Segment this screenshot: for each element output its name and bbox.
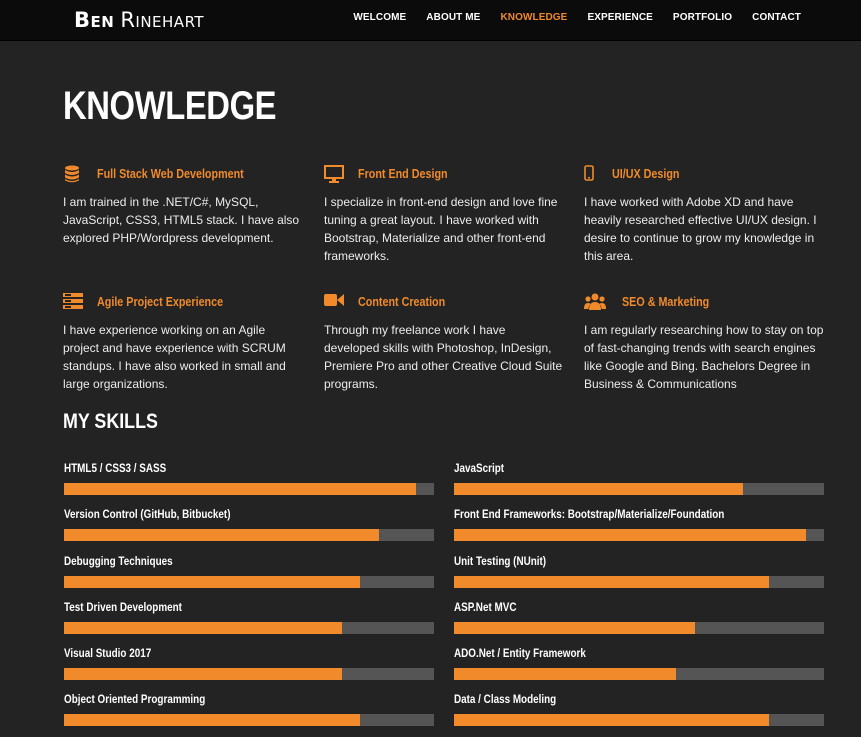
feature-agile: Agile Project Experience I have experien… [63,293,303,393]
skill-item: JavaScript [454,462,824,495]
skill-progress-bar [64,529,434,541]
server-icon [63,293,83,311]
monitor-icon [324,165,344,183]
skill-item: Data / Class Modeling [454,693,824,726]
feature-text: I have worked with Adobe XD and have hea… [584,195,817,263]
skills-title: MY SKILLS [63,410,158,433]
skill-progress-bar [454,714,824,726]
skill-item: Version Control (GitHub, Bitbucket) [64,508,434,541]
feature-title: Full Stack Web Development [97,167,244,181]
skill-label: ADO.Net / Entity Framework [454,648,586,660]
skill-label: Debugging Techniques [64,556,173,568]
nav-knowledge[interactable]: Knowledge [500,12,567,23]
skill-progress-fill [64,483,416,495]
feature-content-creation: Content Creation Through my freelance wo… [324,293,564,393]
feature-full-stack: Full Stack Web Development I am trained … [63,165,303,247]
video-camera-icon [324,293,344,311]
skill-label: Test Driven Development [64,602,182,614]
skill-label: Object Oriented Programming [64,694,206,706]
skill-item: Debugging Techniques [64,555,434,588]
skill-item: ASP.Net MVC [454,601,824,634]
skill-progress-bar [64,483,434,495]
brand-logo[interactable]: Ben Rinehart [74,8,204,32]
skill-progress-fill [454,529,806,541]
skill-item: Object Oriented Programming [64,693,434,726]
skill-progress-bar [454,529,824,541]
navbar: Ben Rinehart Welcome About Me Knowledge E… [0,0,861,41]
nav-experience[interactable]: Experience [587,12,652,23]
skill-label: Visual Studio 2017 [64,648,152,660]
skill-label: Version Control (GitHub, Bitbucket) [64,509,231,521]
mobile-icon [584,165,596,183]
skill-label: ASP.Net MVC [454,602,517,614]
skill-progress-bar [454,668,824,680]
skill-progress-fill [64,529,379,541]
feature-seo-marketing: SEO & Marketing I am regularly researchi… [584,293,824,393]
feature-text: Through my freelance work I have develop… [324,323,563,391]
skill-label: JavaScript [454,463,505,475]
skill-progress-fill [64,576,360,588]
skill-progress-fill [454,714,769,726]
skill-label: Data / Class Modeling [454,694,557,706]
skill-item: Front End Frameworks: Bootstrap/Material… [454,508,824,541]
feature-ui-ux: UI/UX Design I have worked with Adobe XD… [584,165,824,265]
page-title: KNOWLEDGE [63,84,277,128]
nav-portfolio[interactable]: Portfolio [673,12,732,23]
skill-progress-fill [64,622,342,634]
skill-item: HTML5 / CSS3 / SASS [64,462,434,495]
skill-item: Test Driven Development [64,601,434,634]
skill-progress-fill [454,576,769,588]
brand-last-name: Rinehart [120,8,205,32]
skill-progress-fill [64,714,360,726]
skill-progress-bar [64,668,434,680]
skill-label: HTML5 / CSS3 / SASS [64,463,167,475]
feature-text: I am regularly researching how to stay o… [584,323,824,391]
skill-progress-bar [64,576,434,588]
skill-progress-bar [64,714,434,726]
nav-about-me[interactable]: About Me [426,12,480,23]
main-nav: Welcome About Me Knowledge Experience Po… [353,12,801,23]
feature-title: Content Creation [358,295,446,309]
skill-progress-bar [454,576,824,588]
feature-text: I am trained in the .NET/C#, MySQL, Java… [63,195,300,245]
skill-label: Unit Testing (NUnit) [454,556,547,568]
users-icon [584,293,606,311]
nav-contact[interactable]: Contact [752,12,801,23]
database-icon [63,165,83,183]
skill-progress-bar [64,622,434,634]
skill-item: ADO.Net / Entity Framework [454,647,824,680]
feature-front-end: Front End Design I specialize in front-e… [324,165,564,265]
skill-progress-fill [454,483,743,495]
feature-text: I have experience working on an Agile pr… [63,323,286,391]
feature-title: Agile Project Experience [97,295,224,309]
skill-progress-fill [64,668,342,680]
feature-title: SEO & Marketing [622,295,710,309]
nav-welcome[interactable]: Welcome [353,12,406,23]
skill-progress-bar [454,622,824,634]
skill-label: Front End Frameworks: Bootstrap/Material… [454,509,725,521]
skill-progress-fill [454,622,695,634]
skill-item: Visual Studio 2017 [64,647,434,680]
skill-progress-fill [454,668,676,680]
skill-progress-bar [454,483,824,495]
brand-first-name: Ben [74,8,115,32]
feature-title: Front End Design [358,167,448,181]
feature-text: I specialize in front-end design and lov… [324,195,558,263]
feature-title: UI/UX Design [612,167,680,181]
skill-item: Unit Testing (NUnit) [454,555,824,588]
